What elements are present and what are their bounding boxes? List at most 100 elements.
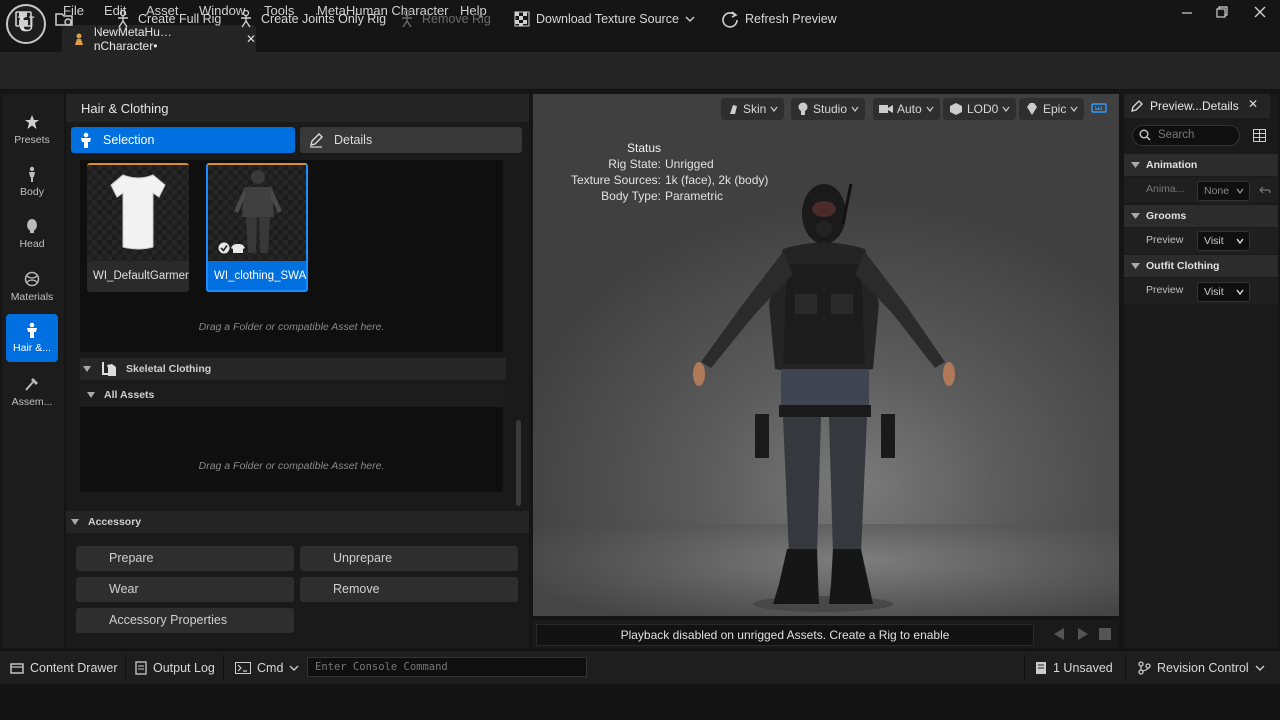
refresh-preview-button[interactable]: Refresh Preview <box>721 8 837 30</box>
console-command-input[interactable]: Enter Console Command <box>307 657 587 677</box>
skin-button[interactable]: Skin <box>721 98 785 120</box>
tab-details-label: Details <box>334 133 373 147</box>
prepare-button[interactable]: Prepare <box>76 546 294 571</box>
content-drawer-button[interactable]: Content Drawer <box>10 659 118 677</box>
grooms-preview-combo[interactable]: Visit <box>1197 231 1250 251</box>
skeletal-drop-zone[interactable]: Drag a Folder or compatible Asset here. <box>80 407 503 492</box>
create-full-rig-button[interactable]: Create Full Rig <box>114 8 221 30</box>
camera-icon <box>879 105 893 113</box>
close-window-button[interactable] <box>1243 2 1277 22</box>
lod-button[interactable]: LOD0 <box>943 98 1017 120</box>
wear-button[interactable]: Wear <box>76 577 294 602</box>
combo-value: Visit <box>1204 235 1224 247</box>
row-label: Preview <box>1146 284 1184 296</box>
hammer-icon <box>25 378 38 391</box>
revision-control-label: Revision Control <box>1157 661 1249 675</box>
play-reverse-button[interactable] <box>1052 627 1066 641</box>
caret-down-icon <box>1131 262 1140 269</box>
reset-arrow-icon[interactable] <box>1259 185 1271 195</box>
status-label: Rig State: <box>608 157 661 171</box>
folder-search-icon <box>55 13 73 26</box>
asset-tile-default-garment[interactable]: WI_DefaultGarment <box>87 163 189 292</box>
tab-close-icon[interactable]: ✕ <box>246 32 256 46</box>
skin-icon <box>730 105 737 114</box>
download-texture-source-button[interactable]: Download Texture Source <box>514 8 695 30</box>
statusbar-divider <box>1024 655 1025 680</box>
output-log-button[interactable]: Output Log <box>135 659 215 677</box>
chevron-down-icon <box>1070 106 1078 112</box>
status-row-body-type: Body Type: Parametric <box>533 188 903 204</box>
cmd-dropdown[interactable]: Cmd <box>235 659 299 677</box>
caret-down-icon <box>71 519 79 525</box>
chevron-down-icon <box>1255 665 1265 671</box>
pencil-icon <box>1131 100 1143 112</box>
statusbar-divider <box>1125 655 1126 680</box>
remove-button[interactable]: Remove <box>300 577 518 602</box>
toolbar-divider <box>96 6 97 32</box>
output-log-label: Output Log <box>153 661 215 675</box>
restore-button[interactable] <box>1204 2 1238 22</box>
quality-epic-button[interactable]: Epic <box>1019 98 1085 120</box>
chevron-down-icon <box>770 106 778 112</box>
remove-rig-button[interactable]: Remove Rig <box>398 8 491 30</box>
all-assets-header[interactable]: All Assets <box>80 384 503 406</box>
lighting-studio-button[interactable]: Studio <box>791 98 866 120</box>
panel-scrollbar[interactable] <box>516 420 521 506</box>
rail-item-materials[interactable]: Materials <box>6 263 58 311</box>
skeletal-clothing-icon <box>102 362 116 376</box>
outfit-clothing-section-header[interactable]: Outfit Clothing <box>1124 255 1278 277</box>
accessory-properties-button[interactable]: Accessory Properties <box>76 608 294 633</box>
combo-value: None <box>1204 185 1230 197</box>
stop-button[interactable] <box>1099 628 1111 640</box>
statusbar-divider <box>125 655 126 680</box>
skeletal-clothing-header[interactable]: Skeletal Clothing <box>80 358 506 380</box>
revision-control-button[interactable]: Revision Control <box>1137 659 1265 677</box>
caret-down-icon <box>1131 212 1140 219</box>
unsaved-label: 1 Unsaved <box>1053 661 1113 675</box>
rail-item-body[interactable]: Body <box>6 158 58 206</box>
body-icon <box>29 166 35 182</box>
play-icon <box>1078 628 1088 640</box>
panel-title: Hair & Clothing <box>66 94 529 122</box>
combo-value: Visit <box>1204 286 1224 298</box>
grooms-section-header[interactable]: Grooms <box>1124 205 1278 227</box>
tab-selection[interactable]: Selection <box>71 127 295 153</box>
minimize-button[interactable] <box>1170 2 1204 22</box>
star-icon <box>25 115 39 129</box>
preview-viewport[interactable]: Skin Studio Auto LOD0 Epic Status Rig St… <box>533 94 1119 616</box>
rail-item-assembly[interactable]: Assem... <box>6 368 58 416</box>
outfit-preview-combo[interactable]: Visit <box>1197 282 1250 302</box>
status-title: Status <box>627 141 662 155</box>
browse-button[interactable] <box>54 8 76 30</box>
caret-down-icon <box>1131 161 1140 168</box>
table-view-icon[interactable] <box>1253 129 1266 142</box>
panel-close-icon[interactable]: ✕ <box>1248 97 1258 111</box>
keyboard-toggle[interactable] <box>1091 102 1107 114</box>
remove-rig-label: Remove Rig <box>422 12 491 26</box>
close-icon <box>1254 6 1266 18</box>
unsaved-button[interactable]: 1 Unsaved <box>1035 659 1113 677</box>
remove-rig-icon <box>402 10 412 28</box>
play-button[interactable] <box>1076 627 1090 641</box>
asset-tile-clothing-swat[interactable]: WI_clothing_SWA... <box>206 163 308 292</box>
minimize-icon <box>1182 12 1192 14</box>
chevron-down-icon <box>685 16 695 22</box>
asset-label: WI_DefaultGarment <box>93 270 189 282</box>
create-joints-only-rig-button[interactable]: Create Joints Only Rig <box>237 8 386 30</box>
camera-auto-button[interactable]: Auto <box>873 98 940 120</box>
animation-combo[interactable]: None <box>1197 181 1250 201</box>
rail-item-head[interactable]: Head <box>6 210 58 258</box>
restore-icon <box>1216 6 1228 18</box>
auto-label: Auto <box>897 102 922 116</box>
rail-item-hair-clothing[interactable]: Hair &... <box>6 314 58 362</box>
create-joints-only-rig-label: Create Joints Only Rig <box>261 12 387 26</box>
window-bottom-strip <box>0 684 1280 720</box>
revision-control-icon <box>1138 661 1151 675</box>
section-title: Grooms <box>1146 210 1187 222</box>
unprepare-button[interactable]: Unprepare <box>300 546 518 571</box>
rail-item-presets[interactable]: Presets <box>6 106 58 154</box>
animation-section-header[interactable]: Animation <box>1124 154 1278 176</box>
accessory-header[interactable]: Accessory <box>66 511 529 533</box>
tab-details[interactable]: Details <box>300 127 522 153</box>
save-button[interactable] <box>14 8 34 30</box>
